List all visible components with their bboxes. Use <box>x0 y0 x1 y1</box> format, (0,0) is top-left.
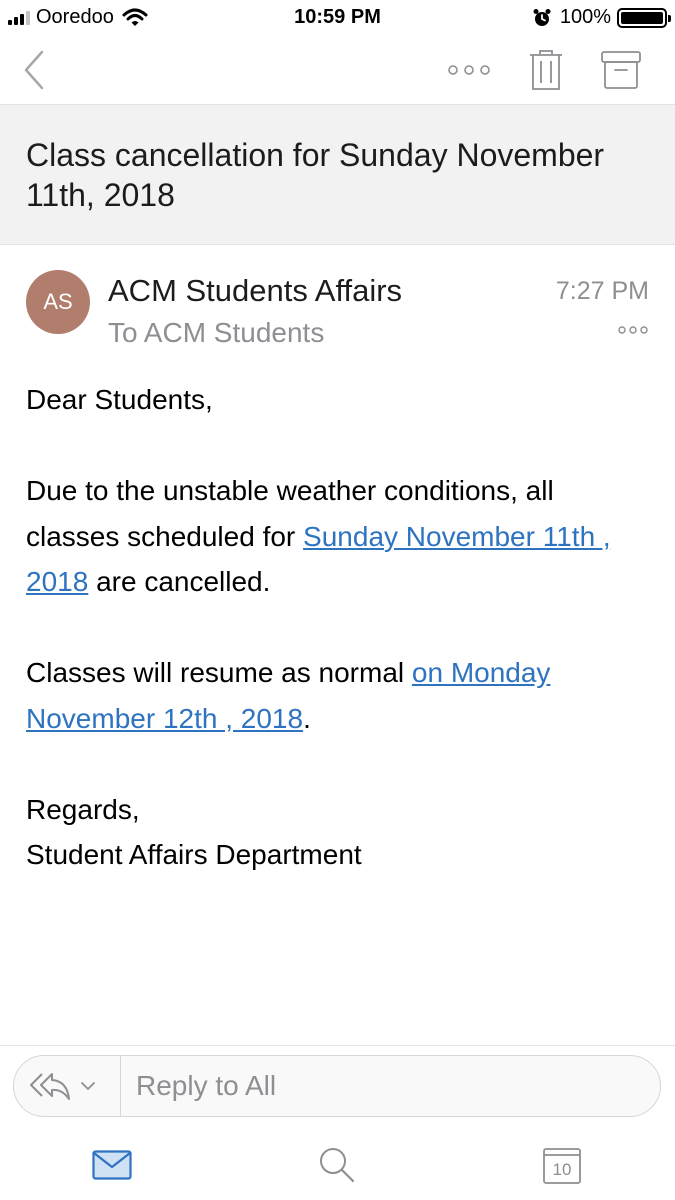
paragraph-text: . <box>303 702 311 734</box>
chevron-left-icon <box>24 50 44 90</box>
message-actions-button[interactable] <box>617 322 649 340</box>
message-toolbar <box>0 36 675 105</box>
sender-avatar[interactable]: AS <box>26 270 90 334</box>
paragraph-text: are cancelled. <box>88 566 271 597</box>
status-bar: Ooredoo 10:59 PM 100% <box>0 0 675 36</box>
subject-header: Class cancellation for Sunday November 1… <box>0 105 675 245</box>
message-body: Dear Students, Due to the unstable weath… <box>26 377 646 878</box>
reply-options-button[interactable] <box>28 1066 108 1106</box>
greeting: Dear Students, <box>26 384 213 415</box>
archive-button[interactable] <box>598 46 644 94</box>
message-subject: Class cancellation for Sunday November 1… <box>26 137 605 213</box>
paragraph-text: Classes will resume as normal <box>26 657 412 688</box>
search-icon <box>320 1148 355 1183</box>
reply-bar: Reply to All <box>0 1045 675 1131</box>
message-time: 7:27 PM <box>555 277 649 305</box>
alarm-icon <box>533 8 551 26</box>
more-options-button[interactable] <box>446 46 492 94</box>
battery-percent: 100% <box>559 6 611 28</box>
closing: Regards, <box>26 793 140 825</box>
tab-bar: 10 <box>0 1130 675 1200</box>
tab-mail[interactable] <box>82 1140 142 1190</box>
chevron-down-icon <box>81 1082 95 1091</box>
reply-field[interactable]: Reply to All <box>13 1055 661 1117</box>
reply-input[interactable]: Reply to All <box>136 1056 276 1116</box>
avatar-initials: AS <box>43 289 73 314</box>
archive-icon <box>601 51 641 89</box>
more-horizontal-icon <box>448 65 490 75</box>
status-right: 100% <box>532 6 671 29</box>
delete-button[interactable] <box>524 46 568 94</box>
sender-name[interactable]: ACM Students Affairs <box>108 273 402 309</box>
paragraph-resume: Classes will resume as normal on Monday … <box>26 650 646 741</box>
more-horizontal-icon <box>618 326 648 334</box>
tab-calendar[interactable]: 10 <box>532 1140 592 1190</box>
battery-icon <box>617 7 671 28</box>
signature: Student Affairs Department <box>26 839 362 870</box>
paragraph-cancellation: Due to the unstable weather conditions, … <box>26 468 646 605</box>
back-button[interactable] <box>14 46 54 94</box>
mail-icon <box>92 1150 132 1180</box>
trash-icon <box>530 50 562 90</box>
reply-all-icon <box>30 1073 70 1100</box>
recipients-line[interactable]: To ACM Students <box>108 317 324 349</box>
reply-divider <box>120 1056 121 1116</box>
tab-search[interactable] <box>307 1140 367 1190</box>
calendar-day: 10 <box>552 1160 572 1179</box>
